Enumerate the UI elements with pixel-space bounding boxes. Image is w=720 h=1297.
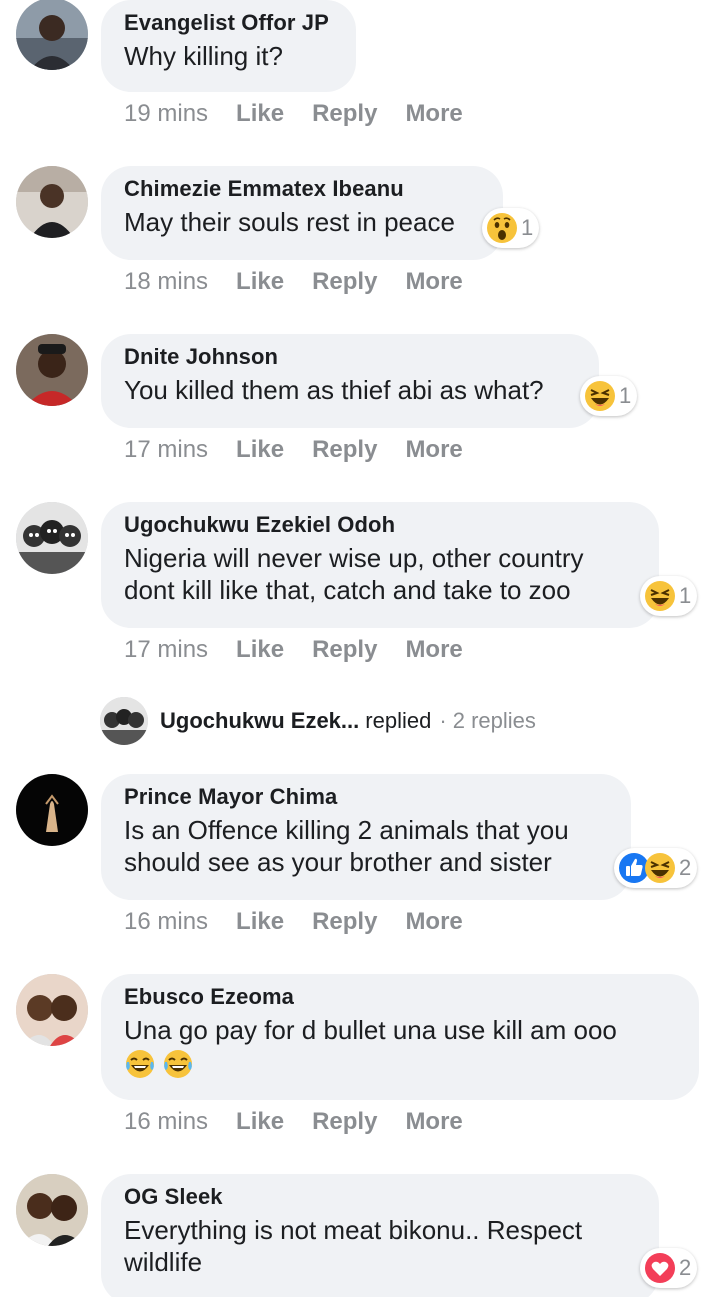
reaction-summary[interactable]: 2 <box>614 848 698 888</box>
comment-bubble: Dnite Johnson You killed them as thief a… <box>101 334 599 428</box>
comment-author[interactable]: Ebusco Ezeoma <box>124 984 675 1010</box>
comment-author[interactable]: Chimezie Emmatex Ibeanu <box>124 176 479 202</box>
avatar[interactable] <box>16 1174 88 1246</box>
avatar <box>100 697 148 745</box>
comment-actions: 16 mins Like Reply More <box>124 908 491 936</box>
more-button[interactable]: More <box>405 100 462 127</box>
comment-author[interactable]: Evangelist Offor JP <box>124 10 332 36</box>
avatar[interactable] <box>16 334 88 406</box>
reply-button[interactable]: Reply <box>312 636 377 663</box>
comment-actions: 19 mins Like Reply More <box>124 100 491 128</box>
tears-of-joy-emoji <box>162 1048 194 1080</box>
comment-time: 17 mins <box>124 436 209 463</box>
reply-button[interactable]: Reply <box>312 100 377 127</box>
reply-button[interactable]: Reply <box>312 908 377 935</box>
like-button[interactable]: Like <box>236 100 284 127</box>
like-button[interactable]: Like <box>236 436 284 463</box>
reply-button[interactable]: Reply <box>312 1108 377 1135</box>
comment-actions: 17 mins Like Reply More <box>124 636 491 664</box>
avatar[interactable] <box>16 974 88 1046</box>
reaction-count: 2 <box>679 1255 692 1280</box>
reaction-summary[interactable]: 1 <box>640 576 698 616</box>
comment-text: Everything is not meat bikonu.. Respect … <box>124 1215 583 1277</box>
reaction-count: 2 <box>679 855 692 880</box>
comment-actions: 17 mins Like Reply More <box>124 436 491 464</box>
reply-verb: replied <box>365 708 432 733</box>
avatar[interactable] <box>16 502 88 574</box>
more-button[interactable]: More <box>405 436 462 463</box>
avatar[interactable] <box>16 0 88 70</box>
comment-text: May their souls rest in peace <box>124 207 455 237</box>
comment-text: Una go pay for d bullet una use kill am … <box>124 1015 617 1045</box>
reaction-summary[interactable]: 1 <box>580 376 638 416</box>
comment-time: 16 mins <box>124 908 209 935</box>
comment-time: 19 mins <box>124 100 209 127</box>
tears-of-joy-emoji <box>124 1048 156 1080</box>
more-button[interactable]: More <box>405 268 462 295</box>
comment-bubble: Ebusco Ezeoma Una go pay for d bullet un… <box>101 974 699 1100</box>
love-emoji <box>644 1252 676 1284</box>
comment-author[interactable]: OG Sleek <box>124 1184 635 1210</box>
comment-bubble: Evangelist Offor JP Why killing it? <box>101 0 356 92</box>
like-button[interactable]: Like <box>236 908 284 935</box>
reply-count: · 2 replies <box>439 708 536 733</box>
comment-time: 16 mins <box>124 1108 209 1135</box>
haha-emoji <box>644 580 676 612</box>
comment-text: Is an Offence killing 2 animals that you… <box>124 815 569 877</box>
more-button[interactable]: More <box>405 1108 462 1135</box>
reply-button[interactable]: Reply <box>312 436 377 463</box>
like-button[interactable]: Like <box>236 268 284 295</box>
reaction-count: 1 <box>619 383 632 408</box>
comment-author[interactable]: Prince Mayor Chima <box>124 784 607 810</box>
haha-emoji <box>644 852 676 884</box>
avatar[interactable] <box>16 166 88 238</box>
comment-actions: 16 mins Like Reply More <box>124 1108 491 1136</box>
more-button[interactable]: More <box>405 908 462 935</box>
avatar[interactable] <box>16 774 88 846</box>
comment-bubble: Prince Mayor Chima Is an Offence killing… <box>101 774 631 900</box>
comment-author[interactable]: Dnite Johnson <box>124 344 575 370</box>
reply-author: Ugochukwu Ezek... <box>160 708 360 733</box>
comment-time: 18 mins <box>124 268 209 295</box>
reply-button[interactable]: Reply <box>312 268 377 295</box>
comment-actions: 18 mins Like Reply More <box>124 268 491 296</box>
comment-bubble: Chimezie Emmatex Ibeanu May their souls … <box>101 166 503 260</box>
haha-emoji <box>584 380 616 412</box>
like-button[interactable]: Like <box>236 636 284 663</box>
like-button[interactable]: Like <box>236 1108 284 1135</box>
more-button[interactable]: More <box>405 636 462 663</box>
comment-bubble: OG Sleek Everything is not meat bikonu..… <box>101 1174 659 1297</box>
view-replies-link[interactable]: Ugochukwu Ezek... replied · 2 replies <box>100 697 536 745</box>
comment-text: You killed them as thief abi as what? <box>124 375 544 405</box>
reaction-summary[interactable]: 1 <box>482 208 540 248</box>
comment-time: 17 mins <box>124 636 209 663</box>
reaction-count: 1 <box>521 215 534 240</box>
reaction-count: 1 <box>679 583 692 608</box>
reaction-summary[interactable]: 2 <box>640 1248 698 1288</box>
inline-emojis <box>124 1048 675 1080</box>
wow-emoji <box>486 212 518 244</box>
comment-bubble: Ugochukwu Ezekiel Odoh Nigeria will neve… <box>101 502 659 628</box>
comment-author[interactable]: Ugochukwu Ezekiel Odoh <box>124 512 635 538</box>
comment-text: Nigeria will never wise up, other countr… <box>124 543 584 605</box>
comment-text: Why killing it? <box>124 41 283 71</box>
